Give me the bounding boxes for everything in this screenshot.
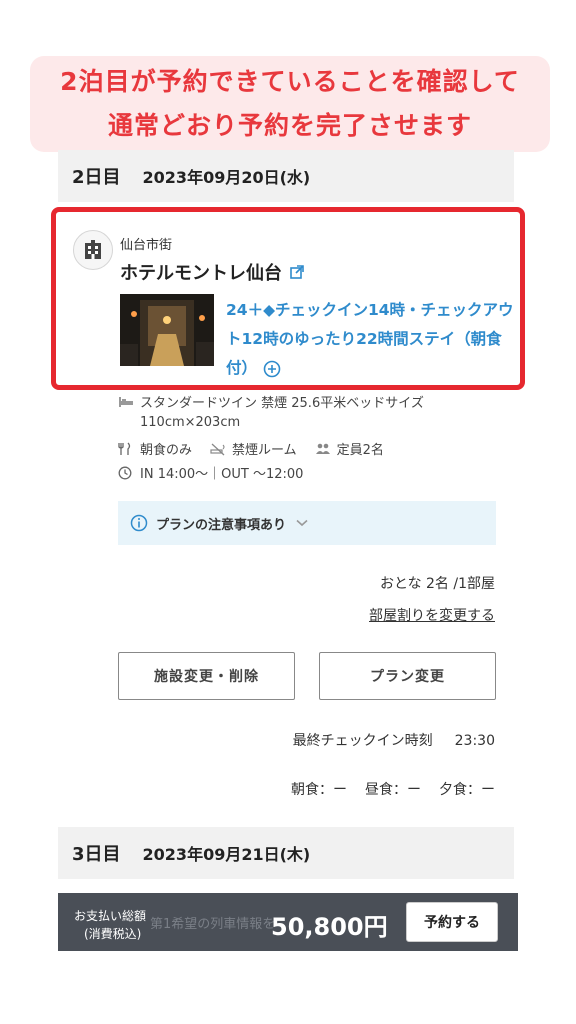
breakfast: 朝食：ー xyxy=(291,782,347,798)
change-plan-button[interactable]: プラン変更 xyxy=(319,652,496,700)
total-amount: 50,800円 xyxy=(271,913,388,941)
last-checkin: 最終チェックイン時刻 23:30 xyxy=(293,730,495,750)
room-type: スタンダードツイン 禁煙 25.6平米ベッドサイズ xyxy=(140,396,424,411)
day-date: 2023年09月21日(木) xyxy=(142,845,311,864)
day-2-header: 2日目 2023年09月20日(水) xyxy=(58,150,514,202)
plan-photo[interactable] xyxy=(120,294,214,366)
info-icon xyxy=(130,514,148,532)
meals-summary: 朝食：ー 昼食：ー 夕食：ー xyxy=(273,779,495,799)
hotel-area: 仙台市街 xyxy=(120,238,173,253)
banner-line-1: 2泊目が予約できていることを確認して xyxy=(60,67,520,96)
smoking-policy: 禁煙ルーム xyxy=(232,443,297,458)
amenities-row: 朝食のみ 禁煙ルーム 定員2名 xyxy=(118,439,384,458)
external-link-icon[interactable] xyxy=(290,265,304,279)
day-date: 2023年09月20日(水) xyxy=(142,168,311,187)
building-icon xyxy=(73,230,113,270)
last-checkin-label: 最終チェックイン時刻 xyxy=(292,733,433,749)
bed-icon xyxy=(118,396,136,408)
room-type-row: スタンダードツイン 禁煙 25.6平米ベッドサイズ xyxy=(118,392,424,411)
change-delete-facility-button[interactable]: 施設変更・削除 xyxy=(118,652,295,700)
hotel-card-highlight: 仙台市街 ホテルモントレ仙台 24＋◆チェックイン14時・チェックアウト12時の… xyxy=(51,207,525,390)
dinner: 夕食：ー xyxy=(439,782,495,798)
hotel-name-link[interactable]: ホテルモントレ仙台 xyxy=(120,259,304,285)
total-label: お支払い総額 xyxy=(74,909,147,923)
day-3-header: 3日目 2023年09月21日(木) xyxy=(58,827,514,879)
instruction-banner: 2泊目が予約できていることを確認して 通常どおり予約を完了させます xyxy=(30,56,550,152)
meal-plan: 朝食のみ xyxy=(140,443,193,458)
reserve-button[interactable]: 予約する xyxy=(406,902,498,942)
capacity: 定員2名 xyxy=(336,443,384,458)
plan-name-link[interactable]: 24＋◆チェックイン14時・チェックアウト12時のゆったり22時間ステイ（朝食付… xyxy=(226,296,518,383)
day-label: 2日目 xyxy=(72,167,121,188)
clock-icon xyxy=(118,466,136,480)
people-icon xyxy=(315,443,333,455)
last-checkin-time: 23:30 xyxy=(454,733,495,749)
guest-count: おとな 2名 /1部屋 xyxy=(379,576,495,592)
hotel-name[interactable]: ホテルモントレ仙台 xyxy=(120,259,282,285)
day-label: 3日目 xyxy=(72,844,121,865)
obscured-text: 第1希望の列車情報を xyxy=(150,917,276,932)
notice-label[interactable]: プランの注意事項あり xyxy=(156,514,286,533)
utensils-icon xyxy=(118,442,136,456)
payment-footer-bar: 第1希望の列車情報を お支払い総額 (消費税込) 50,800円 予約する xyxy=(58,893,518,951)
checkin-times-row: IN 14:00〜｜OUT 〜12:00 xyxy=(118,463,303,482)
banner-line-2: 通常どおり予約を完了させます xyxy=(107,111,472,140)
plus-circle-icon[interactable] xyxy=(263,360,281,378)
tax-note: (消費税込) xyxy=(84,927,142,941)
change-room-allocation-link[interactable]: 部屋割りを変更する xyxy=(369,605,495,625)
plan-notice-toggle[interactable]: プランの注意事項あり xyxy=(118,501,496,545)
no-smoking-icon xyxy=(210,442,228,456)
chevron-down-icon[interactable] xyxy=(296,519,308,527)
bed-size-row: 110cm×203cm xyxy=(140,415,240,430)
in-out-times: IN 14:00〜｜OUT 〜12:00 xyxy=(140,467,304,482)
bed-size: 110cm×203cm xyxy=(140,415,241,430)
lunch: 昼食：ー xyxy=(365,782,421,798)
